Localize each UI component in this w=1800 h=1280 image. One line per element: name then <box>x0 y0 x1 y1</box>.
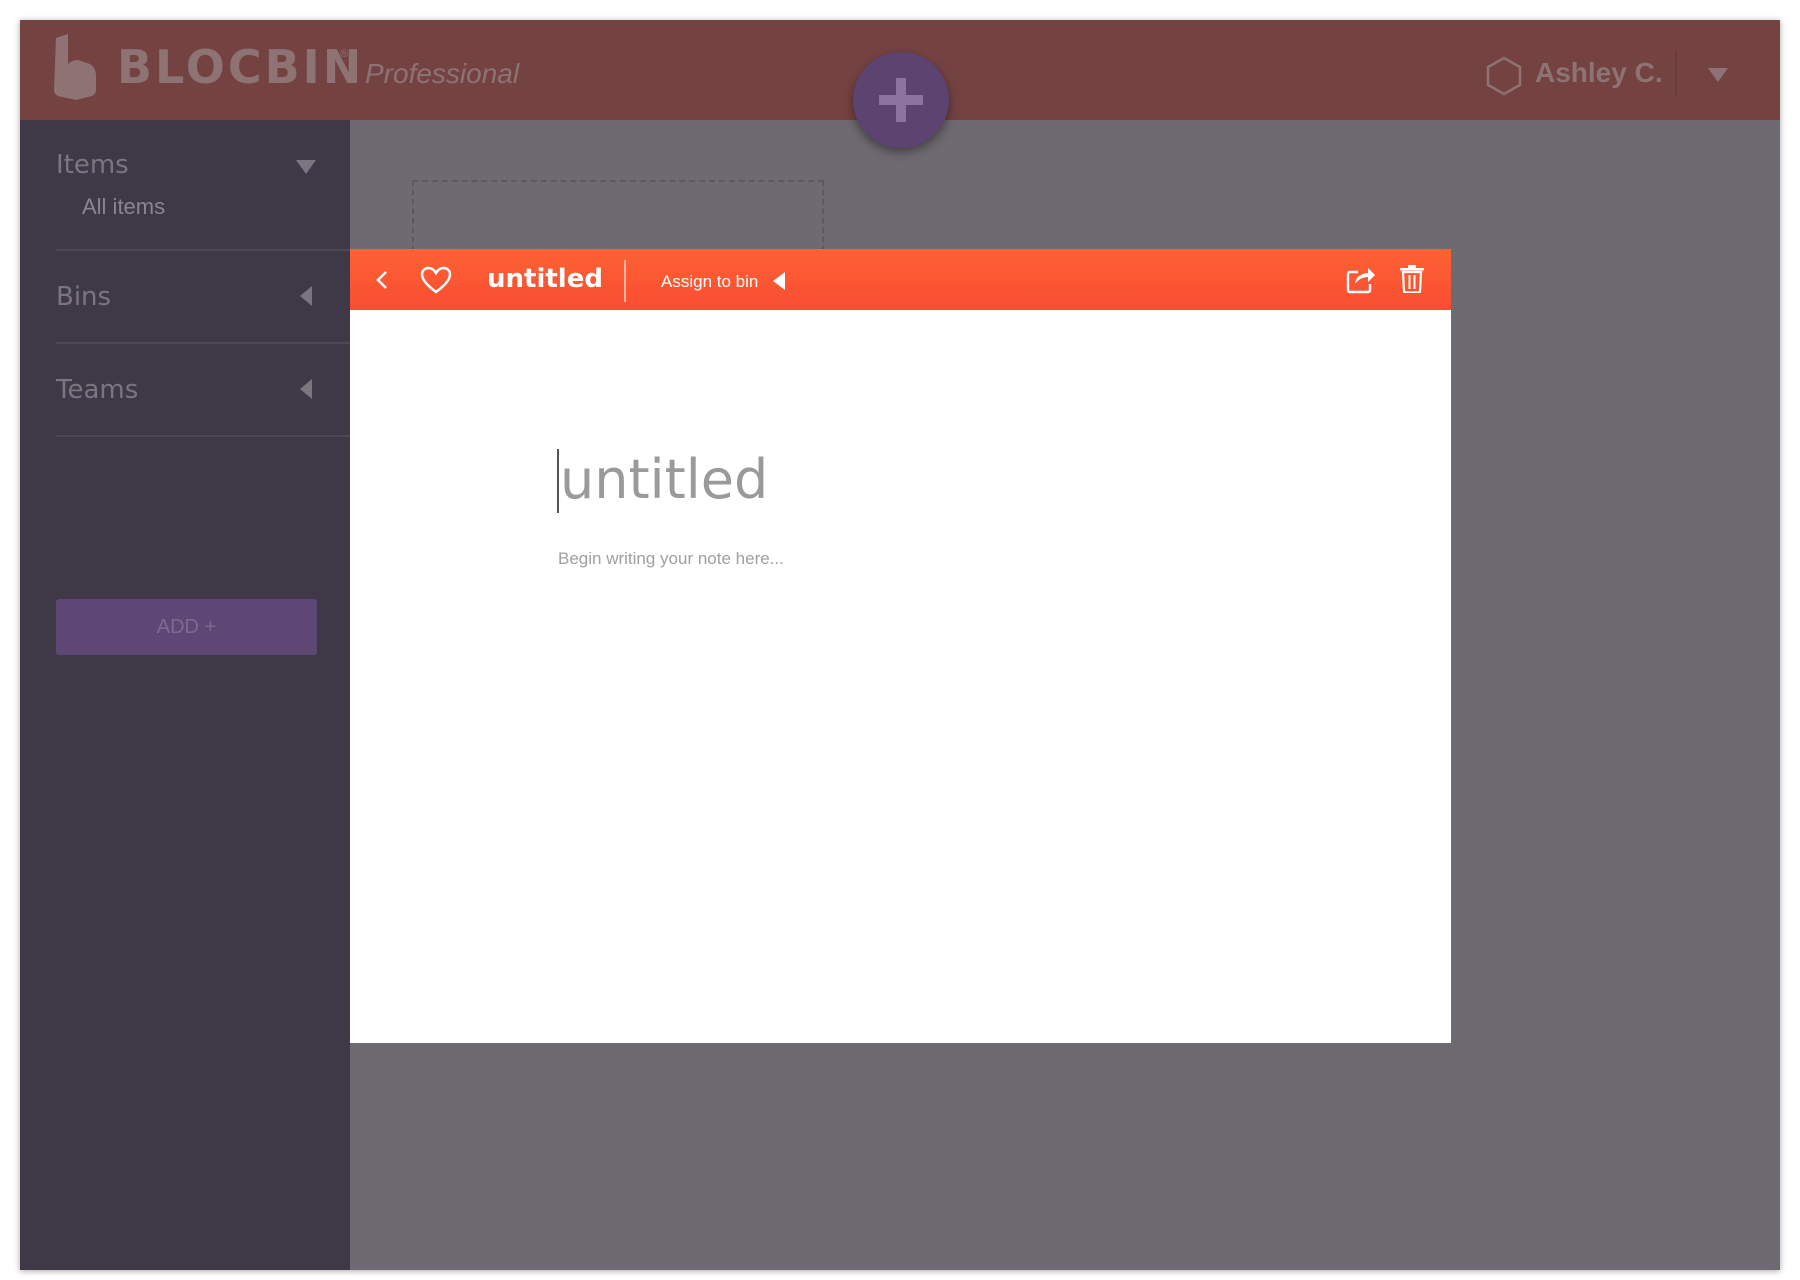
back-icon[interactable] <box>375 269 389 291</box>
hexagon-icon[interactable] <box>1486 56 1522 96</box>
toolbar-note-title: untitled <box>487 264 603 294</box>
placeholder-card <box>412 180 824 252</box>
note-editor: untitled Assign to bin untitled Begin wr… <box>350 249 1451 1043</box>
user-name[interactable]: Ashley C. <box>1535 59 1663 87</box>
text-cursor <box>557 449 559 513</box>
sidebar-item-label[interactable]: Items <box>56 152 129 178</box>
sidebar-divider <box>56 435 350 437</box>
share-icon[interactable] <box>1346 264 1376 294</box>
new-item-button[interactable] <box>853 52 949 148</box>
caret-down-icon[interactable] <box>1708 68 1728 82</box>
trash-icon[interactable] <box>1400 265 1424 293</box>
assign-to-bin-button[interactable]: Assign to bin <box>661 273 758 290</box>
sidebar-item-label[interactable]: Teams <box>56 377 138 403</box>
toolbar-divider <box>624 260 626 302</box>
brand-name: BLOCBIN <box>117 40 365 94</box>
sidebar-item-label[interactable]: Bins <box>56 284 111 310</box>
add-button[interactable]: ADD + <box>56 599 317 655</box>
sidebar-divider <box>56 342 350 344</box>
heart-icon[interactable] <box>420 266 452 294</box>
blocbin-logo-icon <box>54 34 96 100</box>
sidebar: Items All items Bins Teams ADD + <box>20 120 350 1270</box>
registered-mark: ® <box>340 48 349 60</box>
sidebar-subitem-all-items[interactable]: All items <box>82 196 165 218</box>
note-body-input[interactable]: Begin writing your note here... <box>558 549 784 569</box>
app-window: BLOCBIN ® Professional Ashley C. Items A… <box>20 20 1780 1270</box>
edition-label: Professional <box>365 58 520 89</box>
caret-left-icon[interactable] <box>296 286 316 306</box>
user-divider <box>1675 50 1677 96</box>
note-title-input[interactable]: untitled <box>560 453 768 507</box>
caret-left-icon[interactable] <box>771 272 787 290</box>
caret-down-icon[interactable] <box>296 156 316 176</box>
plus-icon <box>879 78 923 122</box>
editor-toolbar: untitled Assign to bin <box>350 249 1451 310</box>
caret-left-icon[interactable] <box>296 379 316 399</box>
sidebar-divider <box>56 249 350 251</box>
